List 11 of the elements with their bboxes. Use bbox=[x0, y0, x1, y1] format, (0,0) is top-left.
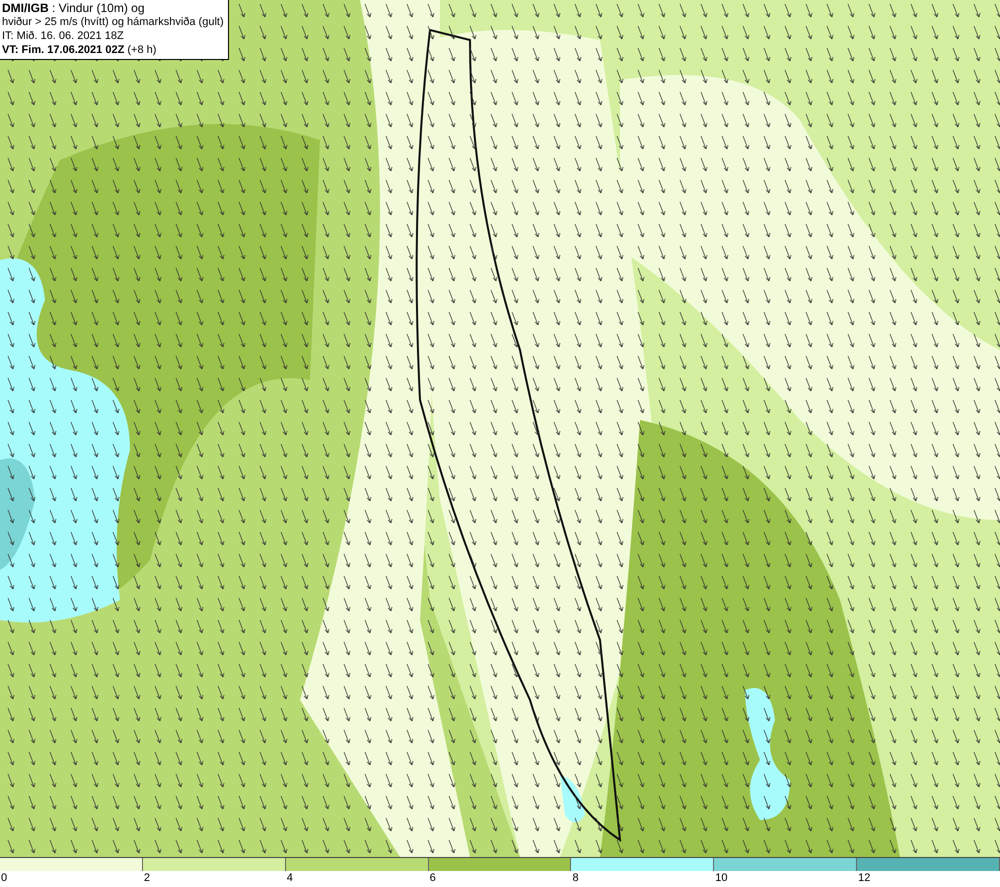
header-text: DMI/IGB : Vindur (10m) og bbox=[2, 1, 146, 15]
scale-label: 12 bbox=[858, 871, 870, 885]
scale-label: 8 bbox=[572, 871, 579, 885]
scale-label: 10 bbox=[715, 871, 728, 885]
scale-label: 6 bbox=[430, 871, 436, 885]
header-text: IT: Mið. 16. 06. 2021 18Z bbox=[2, 29, 125, 43]
header-text: VT: Fim. 17.06.2021 02Z (+8 h) bbox=[2, 43, 158, 57]
scale-label: 4 bbox=[286, 871, 293, 885]
scale-label: 2 bbox=[144, 871, 150, 885]
scale-label: 0 bbox=[1, 871, 8, 885]
header-text: hviður > 25 m/s (hvítt) og hámarkshviða (gult) bbox=[2, 15, 224, 29]
